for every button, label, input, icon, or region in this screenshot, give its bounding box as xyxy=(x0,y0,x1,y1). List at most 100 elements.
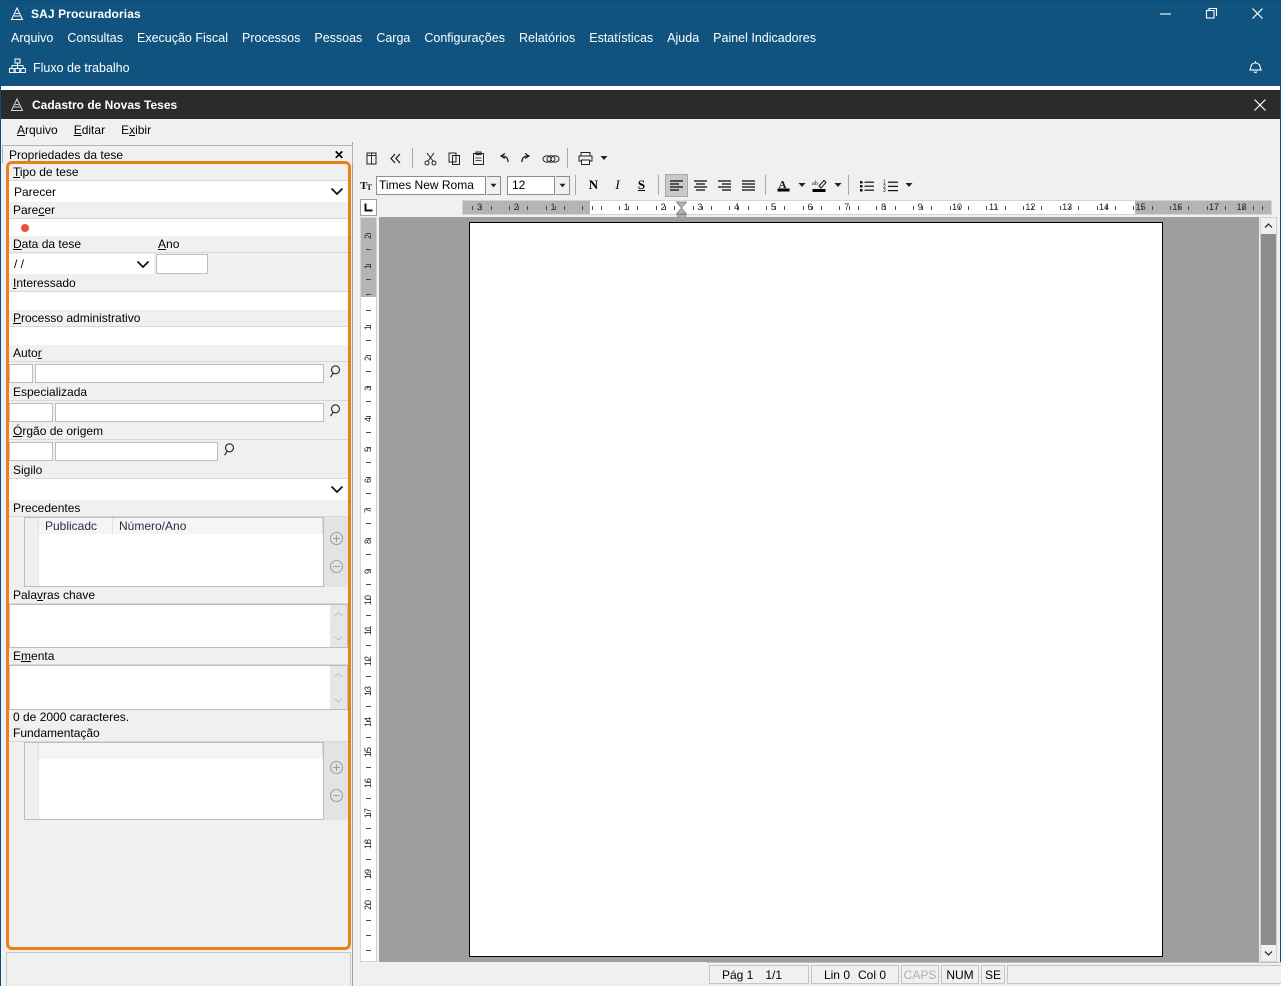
ruler-tick xyxy=(554,206,556,210)
palavras-chave-textarea[interactable] xyxy=(9,604,348,648)
plus-circle-icon[interactable] xyxy=(328,530,344,546)
chevron-down-icon[interactable] xyxy=(333,693,344,707)
menu-item-painel-indicadores[interactable]: Painel Indicadores xyxy=(706,29,823,47)
orgao-search-button[interactable] xyxy=(218,441,242,461)
menu-item-arquivo[interactable]: Arquivo xyxy=(4,29,60,47)
menu-item-relatorios[interactable]: Relatórios xyxy=(512,29,582,47)
ementa-textarea[interactable] xyxy=(9,665,348,710)
underline-button[interactable]: S xyxy=(630,174,653,197)
scrollbar-thumb[interactable] xyxy=(1261,234,1276,945)
scroll-up-button[interactable] xyxy=(1261,218,1276,234)
minus-circle-icon[interactable] xyxy=(328,558,344,574)
especializada-search-button[interactable] xyxy=(324,402,348,422)
palavras-chave-input[interactable] xyxy=(10,605,330,647)
restore-button[interactable] xyxy=(1188,1,1234,26)
autor-input[interactable] xyxy=(35,363,324,383)
processo-administrativo-input[interactable] xyxy=(9,327,348,345)
sigilo-select[interactable] xyxy=(9,479,348,500)
align-justify-button[interactable] xyxy=(737,174,760,197)
chevron-down-icon[interactable] xyxy=(333,631,344,645)
cut-button[interactable] xyxy=(419,147,442,170)
workflow-button[interactable]: Fluxo de trabalho xyxy=(1,58,130,77)
numbered-list-button[interactable]: 123 xyxy=(879,174,902,197)
bell-icon[interactable] xyxy=(1247,57,1264,78)
chain-link-button[interactable] xyxy=(539,147,562,170)
dialog-menu-arquivo[interactable]: AArquivorquivo xyxy=(9,121,66,139)
interessado-input[interactable] xyxy=(9,292,348,310)
window-controls xyxy=(1142,1,1280,26)
document-vertical-scrollbar[interactable] xyxy=(1260,217,1277,962)
menu-item-execucao-fiscal[interactable]: Execução Fiscal xyxy=(130,29,235,47)
highlight-color-button[interactable]: ab xyxy=(808,174,831,197)
menu-item-consultas[interactable]: Consultas xyxy=(60,29,130,47)
print-button[interactable] xyxy=(574,147,597,170)
fundamentacao-grid[interactable] xyxy=(24,742,324,820)
status-num[interactable]: NUM xyxy=(941,965,979,984)
ano-input[interactable] xyxy=(156,254,208,274)
menu-item-pessoas[interactable]: Pessoas xyxy=(307,29,369,47)
font-color-button[interactable]: A xyxy=(772,174,795,197)
menu-item-estatisticas[interactable]: Estatísticas xyxy=(582,29,660,47)
precedentes-column-publicado[interactable]: Publicadc xyxy=(39,518,113,534)
menu-item-ajuda[interactable]: Ajuda xyxy=(660,29,706,47)
menu-item-carga[interactable]: Carga xyxy=(369,29,417,47)
precedentes-grid[interactable]: Publicadc Número/Ano xyxy=(24,517,324,587)
minimize-button[interactable] xyxy=(1142,1,1188,26)
vertical-ruler[interactable]: 211234567891011121314151617181920 xyxy=(360,217,377,962)
status-se[interactable]: SE xyxy=(981,965,1005,984)
ementa-scrollbar[interactable] xyxy=(330,666,347,709)
dialog-menu-exibir[interactable]: Exibir xyxy=(113,121,159,139)
dialog-close-button[interactable] xyxy=(1240,90,1280,119)
document-page[interactable] xyxy=(469,222,1163,957)
menu-item-processos[interactable]: Processos xyxy=(235,29,307,47)
parecer-field[interactable] xyxy=(9,219,348,236)
align-center-button[interactable] xyxy=(689,174,712,197)
autor-code-input[interactable] xyxy=(9,363,33,383)
properties-panel-close-icon[interactable]: ✕ xyxy=(334,148,352,162)
document-canvas[interactable] xyxy=(379,217,1259,962)
data-da-tese-input[interactable]: / / xyxy=(9,254,154,274)
precedentes-column-numero-ano[interactable]: Número/Ano xyxy=(113,518,323,534)
font-size-dropdown[interactable] xyxy=(556,175,570,195)
close-button[interactable] xyxy=(1234,1,1280,26)
list-dropdown-arrow-icon[interactable] xyxy=(903,182,914,188)
italic-button[interactable]: I xyxy=(606,174,629,197)
ementa-input[interactable] xyxy=(10,666,330,709)
status-caps[interactable]: CAPS xyxy=(901,965,939,984)
align-left-button[interactable] xyxy=(665,173,688,197)
dialog-menu-editar[interactable]: Editar xyxy=(66,121,113,139)
undo-button[interactable] xyxy=(491,147,514,170)
horizontal-ruler[interactable]: 3 2 1 1 2 3 4 5 6 7 8 9 10 11 12 13 14 15 16 17 18 xyxy=(462,200,1272,220)
font-name-dropdown[interactable] xyxy=(487,175,501,195)
print-dropdown-arrow-icon[interactable] xyxy=(598,155,609,161)
minus-circle-icon[interactable] xyxy=(328,787,344,803)
bold-button[interactable]: N xyxy=(582,174,605,197)
tab-stop-selector-button[interactable] xyxy=(360,199,377,216)
highlight-color-dropdown-arrow-icon[interactable] xyxy=(832,182,843,188)
font-name-input[interactable]: Times New Roma xyxy=(376,175,486,195)
chevron-up-icon[interactable] xyxy=(333,607,344,621)
tipo-de-tese-select[interactable]: Parecer xyxy=(9,181,348,202)
label-tipo-de-tese: Tipo de tese xyxy=(9,164,348,181)
especializada-code-input[interactable] xyxy=(9,402,53,422)
scroll-down-button[interactable] xyxy=(1261,945,1276,961)
label-fundamentacao: Fundamentação xyxy=(9,725,348,742)
chevron-up-icon[interactable] xyxy=(333,668,344,682)
collapse-button[interactable] xyxy=(384,147,407,170)
font-size-input[interactable]: 12 xyxy=(507,175,555,195)
orgao-code-input[interactable] xyxy=(9,441,53,461)
copy-button[interactable] xyxy=(443,147,466,170)
orgao-de-origem-input[interactable] xyxy=(55,441,218,461)
paste-button[interactable] xyxy=(467,147,490,170)
palavras-chave-scrollbar[interactable] xyxy=(330,605,347,647)
redo-button[interactable] xyxy=(515,147,538,170)
plus-circle-icon[interactable] xyxy=(328,759,344,775)
autor-search-button[interactable] xyxy=(324,363,348,383)
font-color-dropdown-arrow-icon[interactable] xyxy=(796,182,807,188)
fundamentacao-column[interactable] xyxy=(39,743,323,759)
formatting-marks-button[interactable] xyxy=(360,147,383,170)
menu-item-configuracoes[interactable]: Configurações xyxy=(417,29,512,47)
especializada-input[interactable] xyxy=(55,402,324,422)
align-right-button[interactable] xyxy=(713,174,736,197)
bullet-list-button[interactable] xyxy=(855,174,878,197)
